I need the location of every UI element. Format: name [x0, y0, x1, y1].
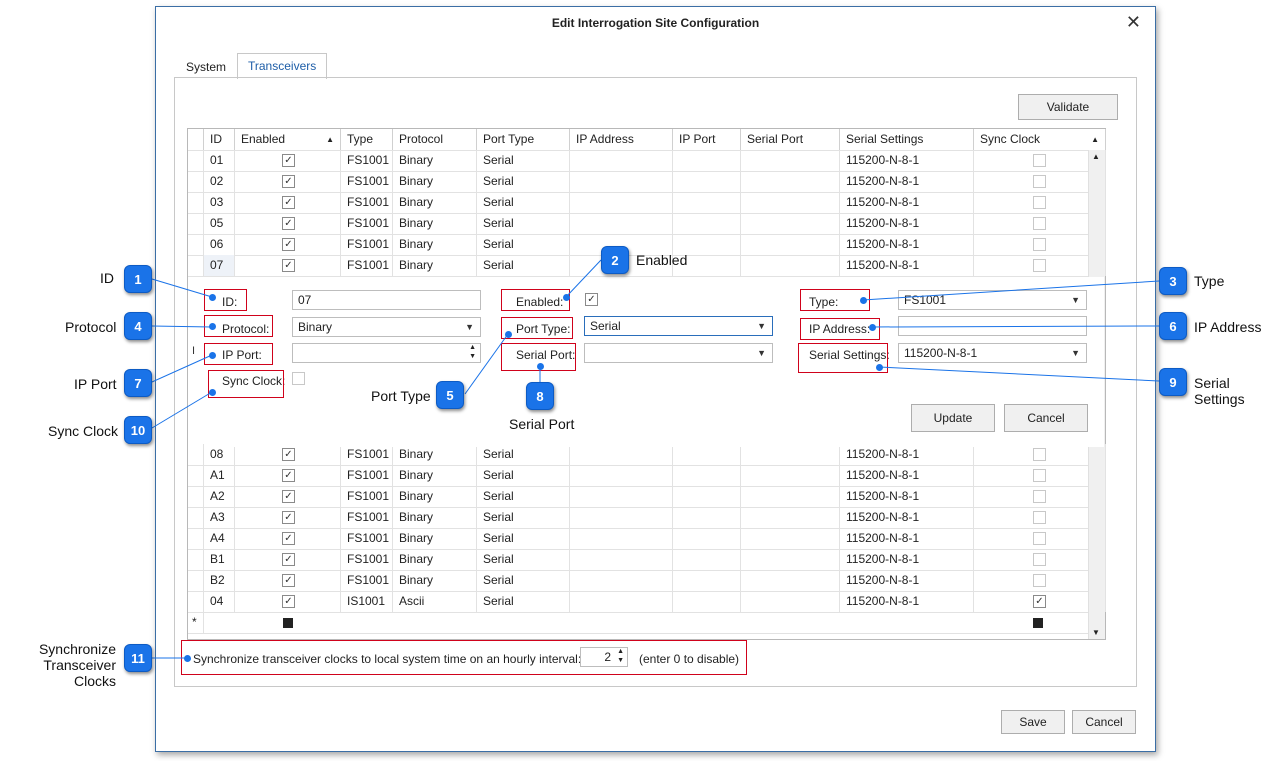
callout-label-enabled: Enabled [636, 252, 688, 268]
callout-badge-10: 10 [124, 416, 152, 444]
callout-badge-2: 2 [601, 246, 629, 274]
callout-dot [209, 294, 216, 301]
callout-label-protocol: Protocol [65, 319, 117, 335]
callout-badge-6: 6 [1159, 312, 1187, 340]
callout-dot [184, 655, 191, 662]
callout-label-ip-port: IP Port [74, 376, 117, 392]
callout-label-sync-line2: Transceiver Clocks [43, 657, 116, 689]
callout-badge-7: 7 [124, 369, 152, 397]
callout-dot [876, 364, 883, 371]
callout-label-port-type: Port Type [371, 388, 431, 404]
callout-dot [209, 389, 216, 396]
callout-badge-9: 9 [1159, 368, 1187, 396]
callout-label-serial-port: Serial Port [509, 416, 575, 432]
callout-label-sync-transceiver: Synchronize Transceiver Clocks [4, 641, 116, 689]
callout-label-type: Type [1194, 273, 1225, 289]
callout-leader-lines [151, 259, 1160, 659]
callout-label-serial-settings: Serial Settings [1194, 375, 1245, 407]
callout-dot [537, 363, 544, 370]
leader-1 [151, 278, 213, 298]
callout-badge-8: 8 [526, 382, 554, 410]
callout-dot [505, 331, 512, 338]
callout-label-sync-clock: Sync Clock [48, 423, 119, 439]
callout-label-sync-line1: Synchronize [38, 641, 116, 657]
callout-dot [869, 324, 876, 331]
callout-dot [209, 323, 216, 330]
leader-7 [151, 354, 213, 383]
callout-badge-5: 5 [436, 381, 464, 409]
leader-3 [862, 280, 1160, 301]
callout-dot [860, 297, 867, 304]
callout-dot [209, 352, 216, 359]
leader-6 [871, 325, 1160, 328]
callout-badge-11: 11 [124, 644, 152, 672]
leader-10 [151, 391, 213, 429]
leader-5 [464, 333, 509, 395]
callout-badge-1: 1 [124, 265, 152, 293]
callout-badge-3: 3 [1159, 267, 1187, 295]
callout-label-id: ID [100, 270, 114, 286]
callout-label-ip-address: IP Address [1194, 319, 1262, 335]
leader-2 [565, 259, 602, 298]
leader-9 [878, 366, 1160, 382]
callout-badge-4: 4 [124, 312, 152, 340]
callout-dot [563, 294, 570, 301]
leader-4 [151, 325, 213, 328]
text-cursor-icon: I [192, 345, 196, 357]
